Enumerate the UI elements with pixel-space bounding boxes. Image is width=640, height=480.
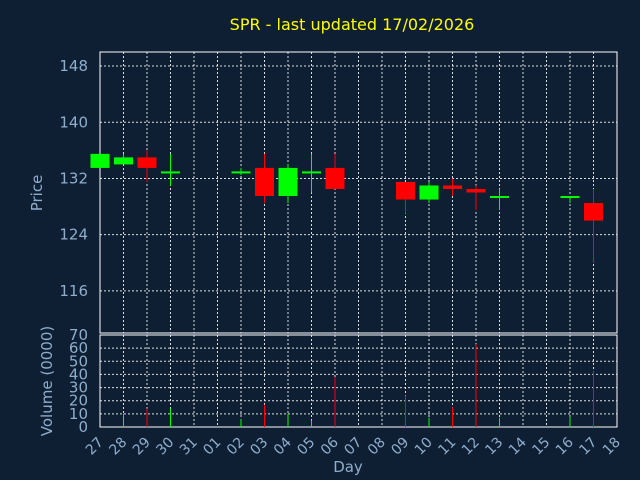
x-axis-label: Day — [333, 458, 363, 476]
candle-body — [466, 188, 486, 193]
x-axis-ticks: 27 28 29 30 31 01 02 03 04 05 06 07 08 09 10 11 12 13 14 15… — [83, 434, 624, 458]
chart-title: SPR - last updated 17/02/2026 — [230, 15, 475, 34]
candle-body — [490, 196, 509, 199]
price-tick-label: 116 — [59, 282, 88, 300]
candle-body — [302, 171, 321, 174]
candle-body — [443, 185, 462, 189]
candle-body — [161, 171, 180, 174]
chart-background — [0, 0, 640, 480]
candle-body — [90, 153, 110, 168]
candle-body — [255, 167, 274, 197]
price-tick-label: 124 — [59, 226, 88, 244]
price-axis-label: Price — [28, 175, 46, 212]
candle-body — [325, 167, 345, 189]
volume-tick-label: 70 — [69, 326, 88, 344]
candle-body — [137, 157, 157, 168]
candle-body — [560, 196, 580, 199]
candle-body — [231, 171, 251, 174]
price-tick-label: 140 — [59, 113, 88, 131]
candlestick-chart: SPR - last updated 17/02/2026 116 124 132 1… — [0, 0, 640, 480]
candle-body — [584, 203, 603, 221]
candle-body — [396, 181, 415, 200]
volume-axis-ticks: 010203040506070 — [69, 326, 88, 436]
price-tick-label: 132 — [59, 169, 88, 187]
candle-body — [419, 185, 439, 200]
volume-axis-label: Volume (0000) — [38, 326, 56, 436]
candle-body — [114, 157, 133, 165]
price-tick-label: 148 — [59, 57, 88, 75]
candle-body — [278, 167, 298, 197]
